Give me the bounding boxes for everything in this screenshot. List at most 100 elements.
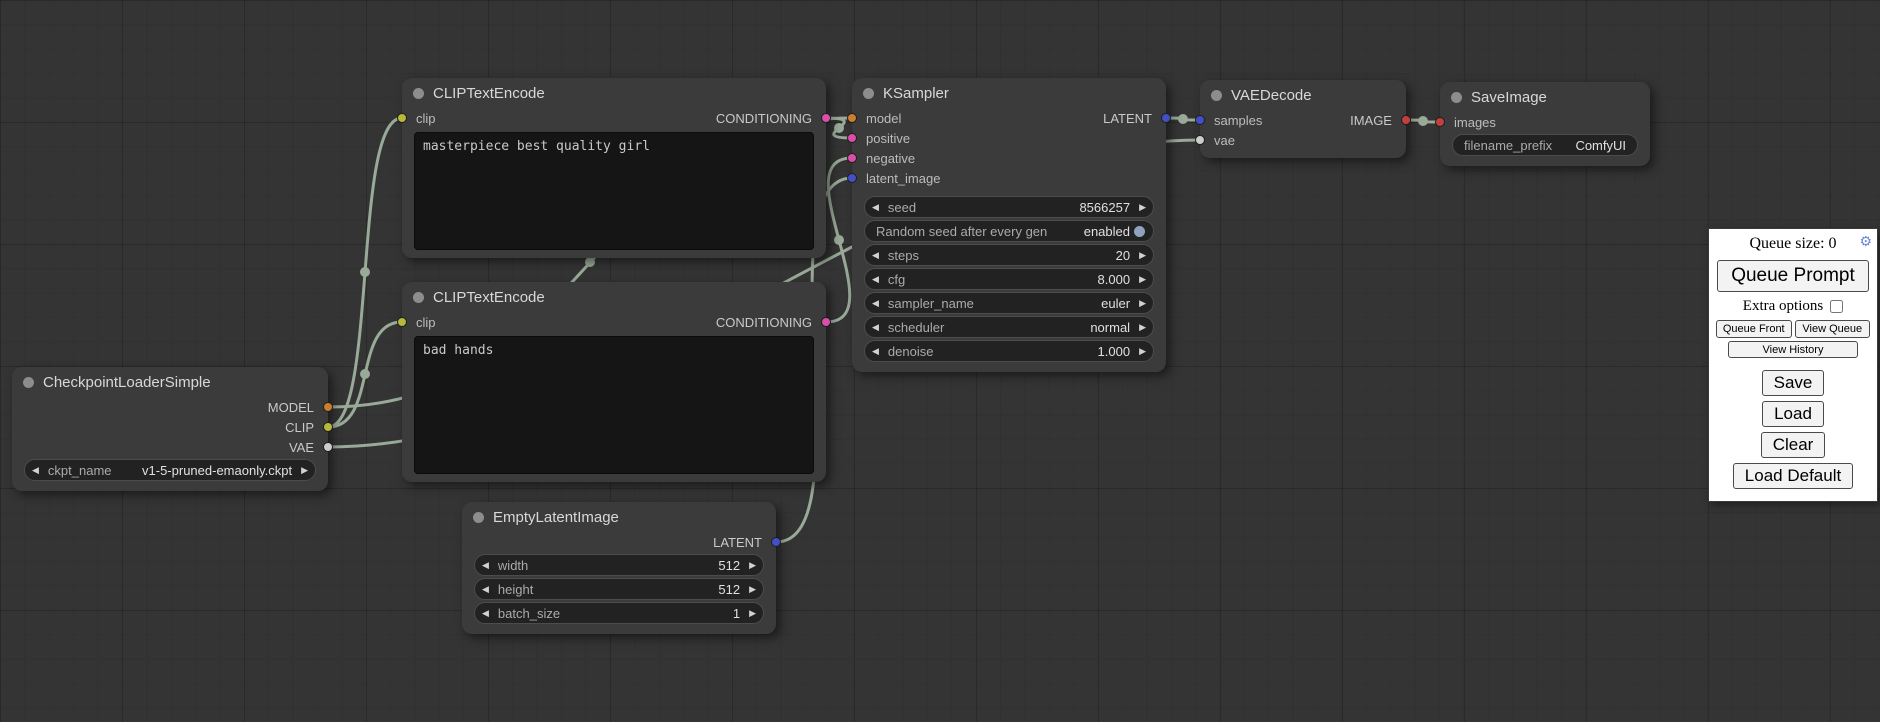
clip-input-port[interactable] [397, 113, 407, 123]
widget-decrement-icon[interactable] [872, 203, 879, 212]
collapse-dot-icon[interactable] [863, 88, 874, 99]
widget-decrement-icon[interactable] [872, 299, 879, 308]
slot-label: CONDITIONING [716, 111, 812, 126]
widget-increment-icon[interactable] [1139, 275, 1146, 284]
widget-value: ComfyUI [1575, 138, 1626, 153]
model-input-port[interactable] [847, 113, 857, 123]
collapse-dot-icon[interactable] [473, 512, 484, 523]
widget-label: height [498, 582, 533, 597]
widget-decrement-icon[interactable] [872, 275, 879, 284]
node-checkpoint-loader[interactable]: CheckpointLoaderSimple MODEL CLIP VAE ck… [12, 367, 328, 491]
ckpt-name-combo-widget[interactable]: ckpt_name v1-5-pruned-emaonly.ckpt [24, 459, 316, 481]
steps-number-widget[interactable]: steps 20 [864, 244, 1154, 266]
node-vae-decode[interactable]: VAEDecode samples IMAGE vae [1200, 80, 1406, 158]
samples-input-port[interactable] [1195, 115, 1205, 125]
node-title-bar[interactable]: CLIPTextEncode [402, 78, 826, 108]
settings-gear-icon[interactable] [1859, 234, 1872, 251]
node-ksampler[interactable]: KSampler model LATENT positive negative … [852, 78, 1166, 372]
widget-decrement-icon[interactable] [32, 466, 39, 475]
width-number-widget[interactable]: width 512 [474, 554, 764, 576]
batch-size-number-widget[interactable]: batch_size 1 [474, 602, 764, 624]
seed-number-widget[interactable]: seed 8566257 [864, 196, 1154, 218]
node-title: EmptyLatentImage [493, 509, 619, 526]
node-title-bar[interactable]: KSampler [852, 78, 1166, 108]
node-title-bar[interactable]: EmptyLatentImage [462, 502, 776, 532]
random-seed-toggle-widget[interactable]: Random seed after every gen enabled [864, 220, 1154, 242]
collapse-dot-icon[interactable] [413, 88, 424, 99]
vae-input-port[interactable] [1195, 135, 1205, 145]
clear-button[interactable]: Clear [1761, 432, 1826, 458]
height-number-widget[interactable]: height 512 [474, 578, 764, 600]
widget-decrement-icon[interactable] [482, 561, 489, 570]
widget-decrement-icon[interactable] [872, 347, 879, 356]
widget-value: euler [1101, 296, 1130, 311]
collapse-dot-icon[interactable] [413, 292, 424, 303]
node-clip-text-encode-negative[interactable]: CLIPTextEncode clip CONDITIONING bad han… [402, 282, 826, 482]
conditioning-output-port[interactable] [821, 317, 831, 327]
view-history-button[interactable]: View History [1728, 341, 1858, 358]
node-save-image[interactable]: SaveImage images filename_prefix ComfyUI [1440, 82, 1650, 166]
toggle-on-dot-icon[interactable] [1134, 226, 1145, 237]
widget-decrement-icon[interactable] [872, 251, 879, 260]
image-output-port[interactable] [1401, 115, 1411, 125]
clip-input-port[interactable] [397, 317, 407, 327]
widget-increment-icon[interactable] [1139, 347, 1146, 356]
node-title-bar[interactable]: CheckpointLoaderSimple [12, 367, 328, 397]
widget-increment-icon[interactable] [1139, 323, 1146, 332]
queue-prompt-button[interactable]: Queue Prompt [1717, 260, 1869, 292]
widget-increment-icon[interactable] [301, 466, 308, 475]
slot-label: samples [1214, 113, 1262, 128]
negative-input-port[interactable] [847, 153, 857, 163]
widget-label: ckpt_name [48, 463, 112, 478]
queue-front-button[interactable]: Queue Front [1716, 320, 1792, 338]
widget-decrement-icon[interactable] [482, 609, 489, 618]
view-queue-button[interactable]: View Queue [1795, 320, 1871, 338]
clip-output-port[interactable] [323, 422, 333, 432]
latent-output-port[interactable] [1161, 113, 1171, 123]
widget-decrement-icon[interactable] [872, 323, 879, 332]
positive-prompt-textarea[interactable]: masterpiece best quality girl [414, 132, 814, 250]
widget-increment-icon[interactable] [749, 561, 756, 570]
node-clip-text-encode-positive[interactable]: CLIPTextEncode clip CONDITIONING masterp… [402, 78, 826, 258]
widget-increment-icon[interactable] [749, 585, 756, 594]
images-input-port[interactable] [1435, 117, 1445, 127]
scheduler-combo-widget[interactable]: scheduler normal [864, 316, 1154, 338]
cfg-number-widget[interactable]: cfg 8.000 [864, 268, 1154, 290]
graph-canvas[interactable]: CheckpointLoaderSimple MODEL CLIP VAE ck… [0, 0, 1880, 722]
widget-increment-icon[interactable] [1139, 203, 1146, 212]
slot-label: CLIP [285, 420, 314, 435]
node-title-bar[interactable]: VAEDecode [1200, 80, 1406, 110]
load-button[interactable]: Load [1762, 401, 1824, 427]
latent-image-input-port[interactable] [847, 173, 857, 183]
node-title-bar[interactable]: SaveImage [1440, 82, 1650, 112]
widget-increment-icon[interactable] [749, 609, 756, 618]
collapse-dot-icon[interactable] [1451, 92, 1462, 103]
slot-label: clip [416, 111, 436, 126]
node-title-bar[interactable]: CLIPTextEncode [402, 282, 826, 312]
widget-increment-icon[interactable] [1139, 251, 1146, 260]
sampler-name-combo-widget[interactable]: sampler_name euler [864, 292, 1154, 314]
model-output-port[interactable] [323, 402, 333, 412]
extra-options-checkbox[interactable] [1830, 300, 1843, 313]
vae-output-port[interactable] [323, 442, 333, 452]
node-title: CLIPTextEncode [433, 85, 545, 102]
filename-prefix-widget[interactable]: filename_prefix ComfyUI [1452, 134, 1638, 156]
collapse-dot-icon[interactable] [23, 377, 34, 388]
node-title: SaveImage [1471, 89, 1547, 106]
collapse-dot-icon[interactable] [1211, 90, 1222, 101]
load-default-button[interactable]: Load Default [1733, 463, 1853, 489]
widget-value: v1-5-pruned-emaonly.ckpt [142, 463, 292, 478]
slot-label: MODEL [268, 400, 314, 415]
node-empty-latent-image[interactable]: EmptyLatentImage LATENT width 512 height… [462, 502, 776, 634]
link-midpoint-dot [1178, 114, 1188, 124]
widget-increment-icon[interactable] [1139, 299, 1146, 308]
widget-label: scheduler [888, 320, 944, 335]
latent-output-port[interactable] [771, 537, 781, 547]
widget-decrement-icon[interactable] [482, 585, 489, 594]
conditioning-output-port[interactable] [821, 113, 831, 123]
positive-input-port[interactable] [847, 133, 857, 143]
denoise-number-widget[interactable]: denoise 1.000 [864, 340, 1154, 362]
save-button[interactable]: Save [1762, 370, 1825, 396]
negative-prompt-textarea[interactable]: bad hands [414, 336, 814, 474]
widget-value: 512 [718, 558, 740, 573]
